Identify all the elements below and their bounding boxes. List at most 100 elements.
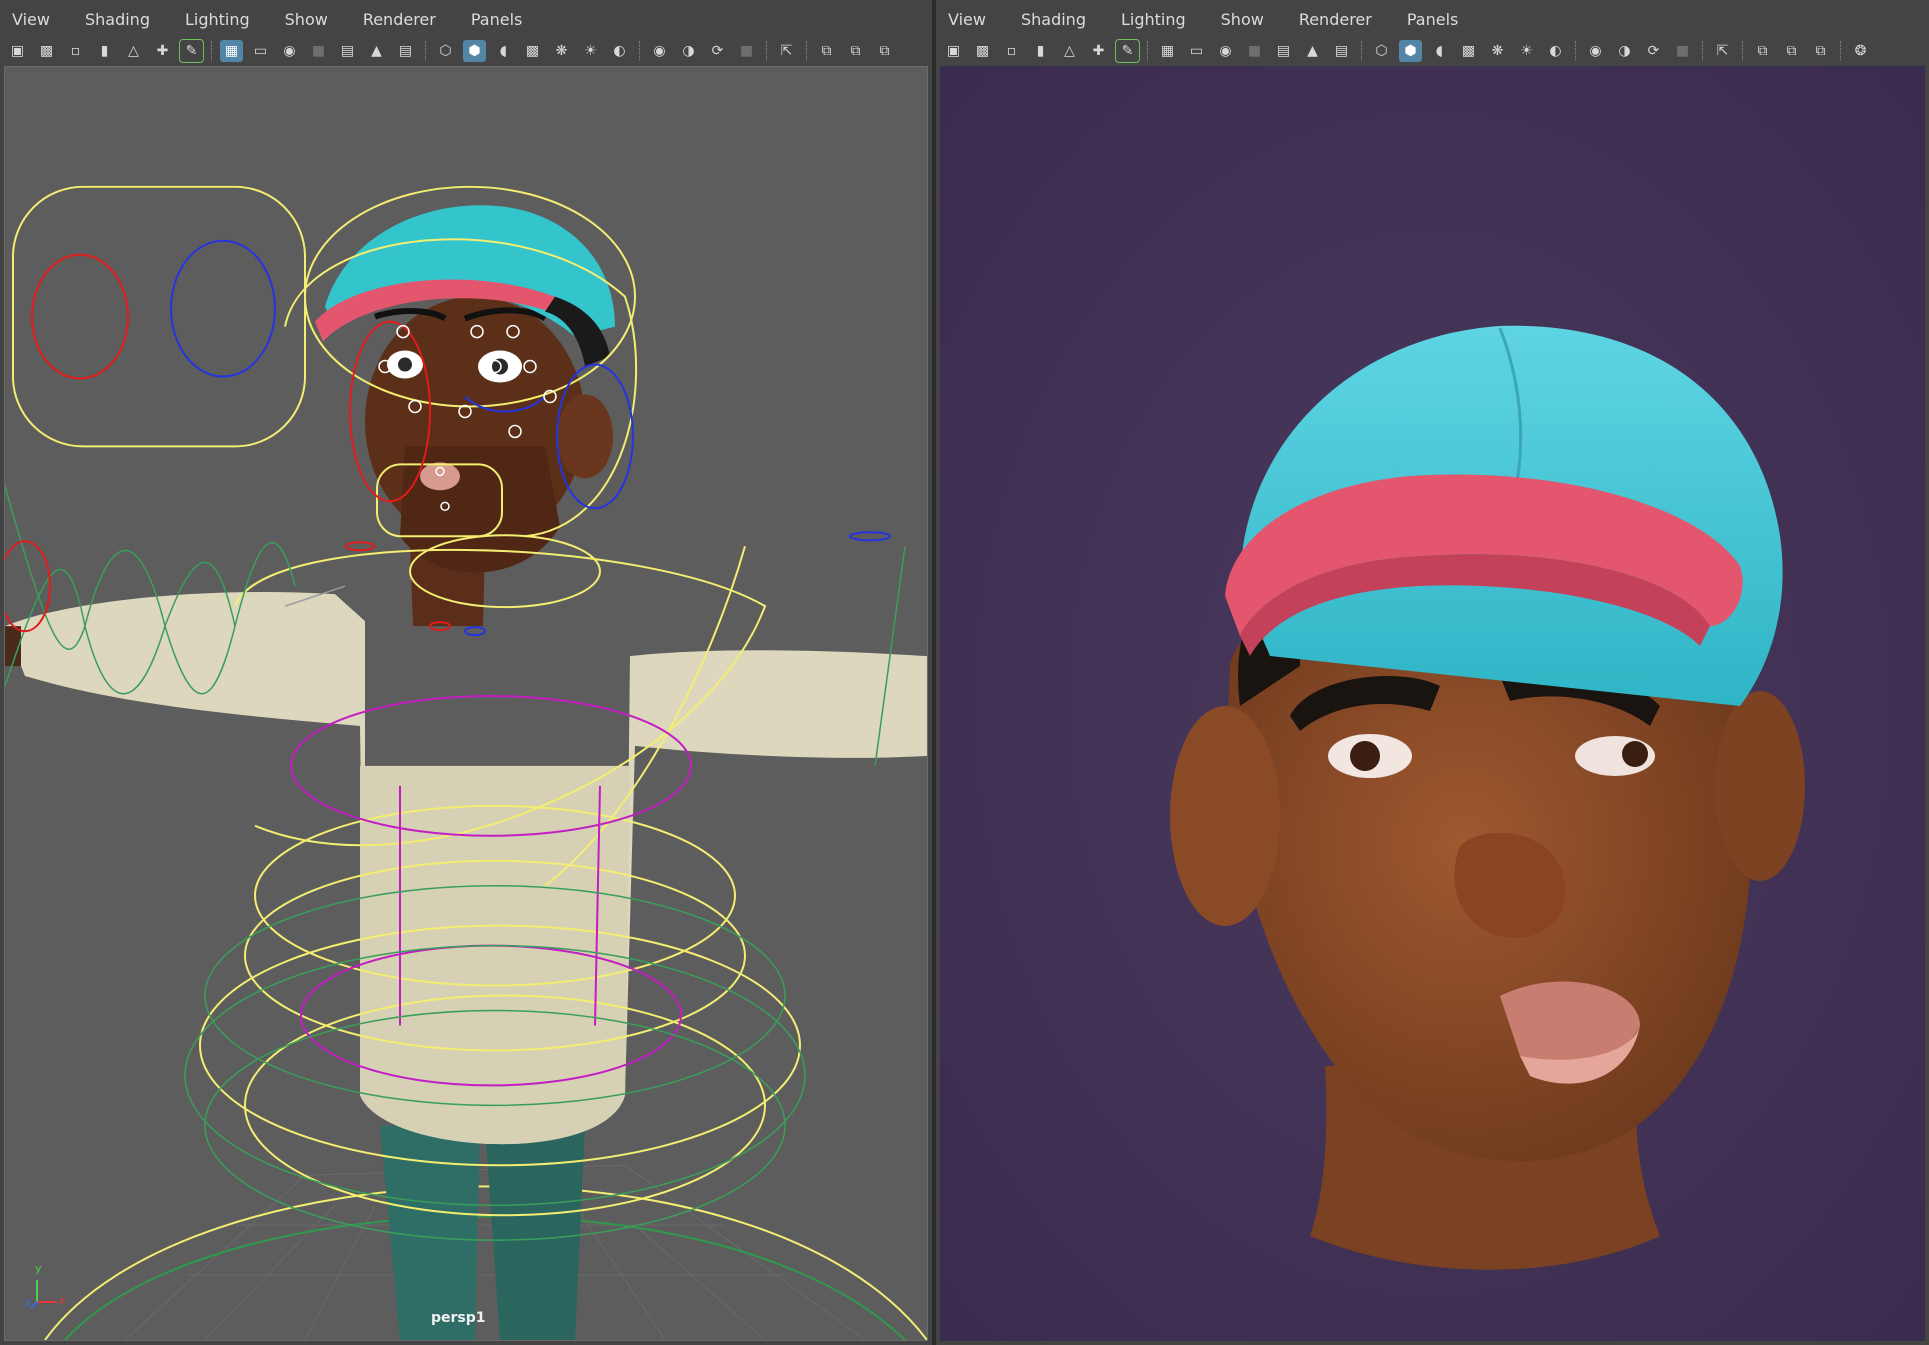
wireframe-icon[interactable]: ⬡ (434, 40, 457, 62)
axis-y-label: y (35, 1262, 42, 1275)
toolbar-separator (1575, 41, 1578, 61)
axis-x-label: x (59, 1294, 66, 1307)
left-panel-menubar: View Shading Lighting Show Renderer Pane… (0, 0, 932, 38)
grid-icon[interactable]: ▦ (220, 40, 243, 62)
safe-title-icon[interactable]: ▤ (1330, 40, 1353, 62)
axis-indicator: y x z (25, 1262, 67, 1310)
toolbar-separator (1840, 41, 1843, 61)
menu-shading[interactable]: Shading (81, 10, 154, 29)
grid-icon[interactable]: ▦ (1156, 40, 1179, 62)
isolate-select-icon[interactable]: ⇱ (775, 40, 798, 62)
toolbar-separator (211, 41, 214, 61)
toolbar-separator (1147, 41, 1150, 61)
ambient-occlusion-icon[interactable]: ◉ (648, 40, 671, 62)
bookmark-icon[interactable]: ▮ (1029, 40, 1052, 62)
film-gate-icon[interactable]: ▭ (249, 40, 272, 62)
backface-icon[interactable]: ⧉ (1809, 40, 1832, 62)
render-canvas (940, 66, 1925, 1341)
toolbar-separator (1702, 41, 1705, 61)
gate-mask-icon[interactable]: ■ (1243, 40, 1266, 62)
xray-icon[interactable]: ❋ (1486, 40, 1509, 62)
camera-name-label: persp1 (431, 1310, 486, 1326)
image-plane-icon[interactable]: △ (122, 40, 145, 62)
pants-mesh[interactable] (380, 1125, 585, 1340)
bookmark-camera-icon[interactable]: ▫ (64, 40, 87, 62)
menu-show[interactable]: Show (281, 10, 332, 29)
pivot-icon[interactable]: ✚ (1087, 40, 1110, 62)
motion-blur-icon[interactable]: ◑ (1613, 40, 1636, 62)
menu-view[interactable]: View (944, 10, 990, 29)
smooth-shade-icon[interactable]: ⬢ (463, 40, 486, 62)
ambient-occlusion-icon[interactable]: ◉ (1584, 40, 1607, 62)
menu-shading[interactable]: Shading (1017, 10, 1090, 29)
xray-joints-icon[interactable]: ⧉ (1751, 40, 1774, 62)
toolbar-separator (639, 41, 642, 61)
bookmark-camera-icon[interactable]: ▫ (1000, 40, 1023, 62)
menu-show[interactable]: Show (1217, 10, 1268, 29)
menu-renderer[interactable]: Renderer (359, 10, 440, 29)
right-panel-menubar: View Shading Lighting Show Renderer Pane… (936, 0, 1929, 38)
grease-pencil-icon[interactable]: ✎ (179, 39, 204, 63)
wireframe-on-shaded-icon[interactable]: ◖ (1428, 40, 1451, 62)
resolution-gate-icon[interactable]: ◉ (1214, 40, 1237, 62)
shadows-icon[interactable]: ◐ (1544, 40, 1567, 62)
toolbar-separator (425, 41, 428, 61)
depth-of-field-icon[interactable]: ■ (735, 40, 758, 62)
field-chart-icon[interactable]: ▤ (1272, 40, 1295, 62)
pivot-icon[interactable]: ✚ (151, 40, 174, 62)
menu-view[interactable]: View (8, 10, 54, 29)
menu-panels[interactable]: Panels (467, 10, 527, 29)
right-render-panel: View Shading Lighting Show Renderer Pane… (936, 0, 1929, 1345)
field-chart-icon[interactable]: ▤ (336, 40, 359, 62)
toolbar-separator (1361, 41, 1364, 61)
gate-mask-icon[interactable]: ■ (307, 40, 330, 62)
xray-icon[interactable]: ❋ (550, 40, 573, 62)
wireframe-on-shaded-icon[interactable]: ◖ (492, 40, 515, 62)
depth-of-field-icon[interactable]: ■ (1671, 40, 1694, 62)
perspective-viewport[interactable]: y x z persp1 (4, 66, 928, 1341)
menu-lighting[interactable]: Lighting (181, 10, 254, 29)
camera-icon[interactable]: ▣ (6, 40, 29, 62)
left-panel-toolbar: ▣ ▩ ▫ ▮ △ ✚ ✎ ▦ ▭ ◉ ■ ▤ ▲ ▤ ⬡ ⬢ ◖ ▩ ❋ ☀ … (0, 38, 932, 64)
bookmark-icon[interactable]: ▮ (93, 40, 116, 62)
menu-lighting[interactable]: Lighting (1117, 10, 1190, 29)
root-control[interactable] (44, 1185, 927, 1340)
scene-canvas (5, 185, 927, 1340)
backface-icon[interactable]: ⧉ (873, 40, 896, 62)
safe-action-icon[interactable]: ▲ (1301, 40, 1324, 62)
xray-joints-icon[interactable]: ⧉ (815, 40, 838, 62)
safe-title-icon[interactable]: ▤ (394, 40, 417, 62)
camera-attr-icon[interactable]: ▩ (35, 40, 58, 62)
textured-icon[interactable]: ▩ (1457, 40, 1480, 62)
textured-icon[interactable]: ▩ (521, 40, 544, 62)
shadows-icon[interactable]: ◐ (608, 40, 631, 62)
film-gate-icon[interactable]: ▭ (1185, 40, 1208, 62)
right-panel-toolbar: ▣ ▩ ▫ ▮ △ ✚ ✎ ▦ ▭ ◉ ■ ▤ ▲ ▤ ⬡ ⬢ ◖ ▩ ❋ ☀ … (936, 38, 1929, 64)
toolbar-separator (806, 41, 809, 61)
menu-panels[interactable]: Panels (1403, 10, 1463, 29)
axis-z-label: z (25, 1296, 31, 1309)
anti-alias-icon[interactable]: ⟳ (706, 40, 729, 62)
camera-attr-icon[interactable]: ▩ (971, 40, 994, 62)
menu-renderer[interactable]: Renderer (1295, 10, 1376, 29)
toolbar-separator (1742, 41, 1745, 61)
xray-active-icon[interactable]: ⧉ (844, 40, 867, 62)
lights-icon[interactable]: ☀ (1515, 40, 1538, 62)
render-viewport[interactable] (940, 66, 1925, 1341)
resolution-gate-icon[interactable]: ◉ (278, 40, 301, 62)
lights-icon[interactable]: ☀ (579, 40, 602, 62)
anti-alias-icon[interactable]: ⟳ (1642, 40, 1665, 62)
wireframe-icon[interactable]: ⬡ (1370, 40, 1393, 62)
grease-pencil-icon[interactable]: ✎ (1115, 39, 1140, 63)
motion-blur-icon[interactable]: ◑ (677, 40, 700, 62)
smooth-shade-icon[interactable]: ⬢ (1399, 40, 1422, 62)
toolbar-separator (766, 41, 769, 61)
image-plane-icon[interactable]: △ (1058, 40, 1081, 62)
isolate-select-icon[interactable]: ⇱ (1711, 40, 1734, 62)
safe-action-icon[interactable]: ▲ (365, 40, 388, 62)
render-icon[interactable]: ❂ (1849, 40, 1872, 62)
camera-icon[interactable]: ▣ (942, 40, 965, 62)
left-viewport-panel: View Shading Lighting Show Renderer Pane… (0, 0, 932, 1345)
shirt-mesh[interactable] (5, 592, 927, 1145)
xray-active-icon[interactable]: ⧉ (1780, 40, 1803, 62)
